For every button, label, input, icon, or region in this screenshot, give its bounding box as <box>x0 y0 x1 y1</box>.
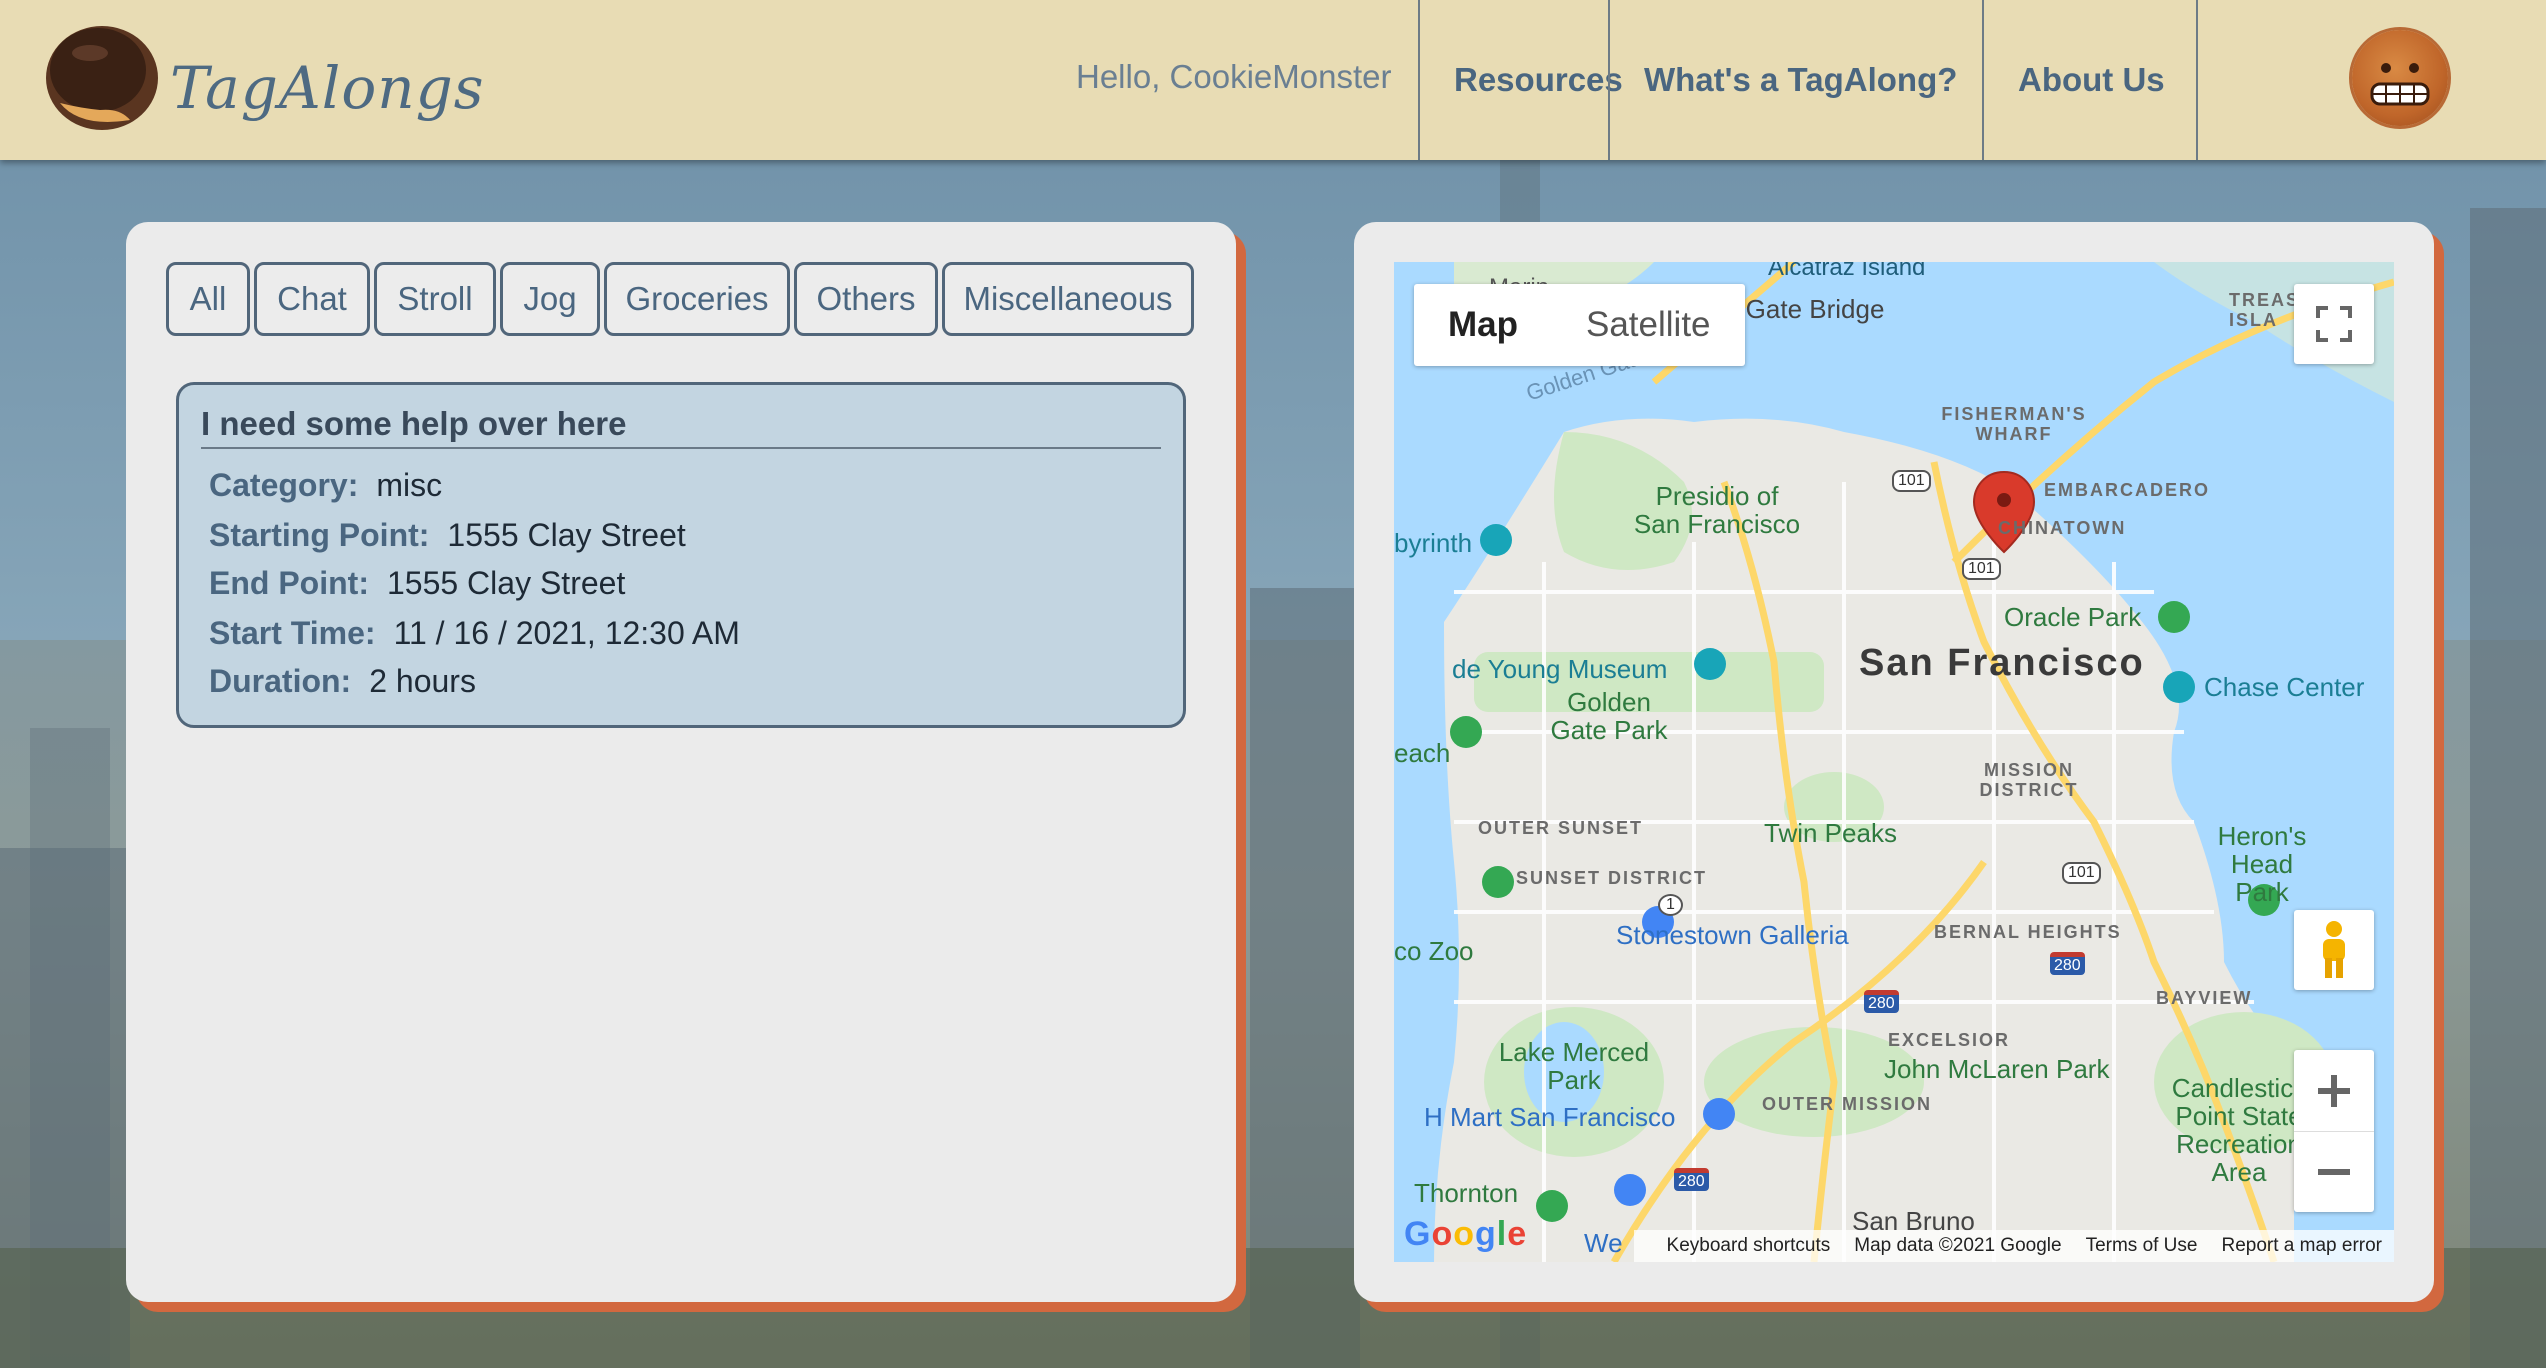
tagalongs-logo[interactable]: TagAlongs <box>40 8 484 148</box>
filter-chat-button[interactable]: Chat <box>254 262 370 336</box>
map-type-control: Map Satellite <box>1414 284 1745 366</box>
nav-whats-a-tagalong[interactable]: What's a TagAlong? <box>1608 0 1982 160</box>
map-label-embarcadero: EMBARCADERO <box>2044 480 2210 500</box>
map-footer: Keyboard shortcuts Map data ©2021 Google… <box>1634 1230 2394 1262</box>
main-nav: Resources What's a TagAlong? About Us <box>1418 0 2198 160</box>
end-label: End Point: <box>209 565 369 601</box>
minus-icon <box>2318 1168 2350 1175</box>
nav-about-us[interactable]: About Us <box>1982 0 2198 160</box>
map-label-oracle: Oracle Park <box>2004 602 2142 632</box>
map-panel: Marin Alcatraz Island n Gate Bridge Gold… <box>1354 222 2434 1302</box>
map-label-we: We <box>1584 1228 1623 1258</box>
start-label: Starting Point: <box>209 517 430 553</box>
card-category-row: Category: misc <box>209 467 442 504</box>
filter-jog-button[interactable]: Jog <box>500 262 600 336</box>
map-label-gg-park: Golden Gate Park <box>1550 687 1668 745</box>
i280-shield-2: 280 <box>2050 952 2085 975</box>
card-time-row: Start Time: 11 / 16 / 2021, 12:30 AM <box>209 615 740 652</box>
google-map[interactable]: Marin Alcatraz Island n Gate Bridge Gold… <box>1394 262 2394 1262</box>
category-label: Category: <box>209 467 359 503</box>
zoom-in-button[interactable] <box>2294 1051 2374 1132</box>
map-label-outer-mission: OUTER MISSION <box>1762 1094 1933 1114</box>
logo-text: TagAlongs <box>170 54 485 122</box>
tagalong-list-panel: All Chat Stroll Jog Groceries Others Mis… <box>126 222 1236 1302</box>
map-label-bernal: BERNAL HEIGHTS <box>1934 922 2122 942</box>
map-label-mission: MISSION DISTRICT <box>1979 760 2079 800</box>
hwy-101-shield-3: 101 <box>2062 862 2101 884</box>
map-label-chinatown: CHINATOWN <box>1998 518 2127 538</box>
map-label-de-young: de Young Museum <box>1452 654 1668 684</box>
map-label-sunset: SUNSET DISTRICT <box>1516 868 1708 888</box>
filter-miscellaneous-button[interactable]: Miscellaneous <box>942 262 1194 336</box>
map-label-zoo: co Zoo <box>1394 936 1474 966</box>
map-data-attribution: Map data ©2021 Google <box>1854 1235 2062 1256</box>
tagalong-card[interactable]: I need some help over here Category: misc… <box>176 382 1186 728</box>
i280-shield-1: 280 <box>1864 990 1899 1013</box>
map-type-map-button[interactable]: Map <box>1414 284 1552 366</box>
keyboard-shortcuts-link[interactable]: Keyboard shortcuts <box>1667 1235 1831 1257</box>
hwy-1-shield: 1 <box>1658 894 1683 916</box>
map-label-gg-bridge: n Gate Bridge <box>1724 294 1885 324</box>
zoom-out-button[interactable] <box>2294 1132 2374 1212</box>
time-value: 11 / 16 / 2021, 12:30 AM <box>393 615 740 651</box>
zoom-control <box>2294 1050 2374 1212</box>
top-header: TagAlongs Hello, CookieMonster Resources… <box>0 0 2546 160</box>
cookie-logo-icon <box>46 26 158 130</box>
map-label-twin-peaks: Twin Peaks <box>1764 818 1897 848</box>
filter-stroll-button[interactable]: Stroll <box>374 262 496 336</box>
map-label-chase: Chase Center <box>2204 672 2365 702</box>
nav-resources[interactable]: Resources <box>1418 0 1623 160</box>
report-error-link[interactable]: Report a map error <box>2221 1235 2382 1257</box>
start-value: 1555 Clay Street <box>447 517 686 553</box>
category-value: misc <box>376 467 443 503</box>
map-label-herons: Heron's Head Park <box>2217 821 2307 907</box>
i280-shield-3: 280 <box>1674 1168 1709 1191</box>
terms-link[interactable]: Terms of Use <box>2086 1235 2198 1257</box>
hwy-101-shield-1: 101 <box>1892 470 1931 492</box>
map-label-lake-merced: Lake Merced Park <box>1498 1037 1650 1095</box>
avatar[interactable] <box>2352 30 2448 126</box>
grimace-face-icon <box>2370 63 2430 106</box>
category-filters: All Chat Stroll Jog Groceries Others Mis… <box>166 262 1194 336</box>
map-label-presidio: Presidio of San Francisco <box>1633 481 1801 539</box>
filter-groceries-button[interactable]: Groceries <box>604 262 790 336</box>
map-label-alcatraz: Alcatraz Island <box>1768 262 1926 281</box>
map-label-excelsior: EXCELSIOR <box>1888 1030 2011 1050</box>
filter-others-button[interactable]: Others <box>794 262 938 336</box>
duration-value: 2 hours <box>369 663 476 699</box>
card-divider <box>201 447 1161 449</box>
map-label-thornton: Thornton <box>1414 1178 1519 1208</box>
plus-icon <box>2318 1074 2350 1107</box>
time-label: Start Time: <box>209 615 376 651</box>
map-label-mclaren: John McLaren Park <box>1884 1054 2110 1084</box>
map-label-stonestown: Stonestown Galleria <box>1616 920 1849 950</box>
card-title: I need some help over here <box>201 405 627 442</box>
card-start-row: Starting Point: 1555 Clay Street <box>209 517 686 554</box>
fullscreen-icon <box>2316 306 2352 342</box>
map-type-satellite-button[interactable]: Satellite <box>1552 284 1745 366</box>
map-label-wharf: FISHERMAN'S WHARF <box>1941 404 2087 444</box>
street-view-pegman[interactable] <box>2294 910 2374 990</box>
map-label-san-francisco: San Francisco <box>1859 642 2145 684</box>
google-logo: Google <box>1404 1215 1528 1253</box>
card-end-row: End Point: 1555 Clay Street <box>209 565 625 602</box>
filter-all-button[interactable]: All <box>166 262 250 336</box>
map-label-bayview: BAYVIEW <box>2156 988 2253 1008</box>
hwy-101-shield-2: 101 <box>1962 558 2001 580</box>
end-value: 1555 Clay Street <box>386 565 626 601</box>
fullscreen-button[interactable] <box>2294 284 2374 364</box>
duration-label: Duration: <box>209 663 352 699</box>
user-greeting: Hello, CookieMonster <box>1076 58 1392 95</box>
card-duration-row: Duration: 2 hours <box>209 663 476 700</box>
map-label-labyrinth: byrinth <box>1394 528 1473 558</box>
map-label-outer-sunset: OUTER SUNSET <box>1478 818 1644 838</box>
map-label-hmart: H Mart San Francisco <box>1424 1102 1676 1132</box>
pegman-icon <box>2323 921 2345 978</box>
map-label-beach: each <box>1394 738 1451 768</box>
